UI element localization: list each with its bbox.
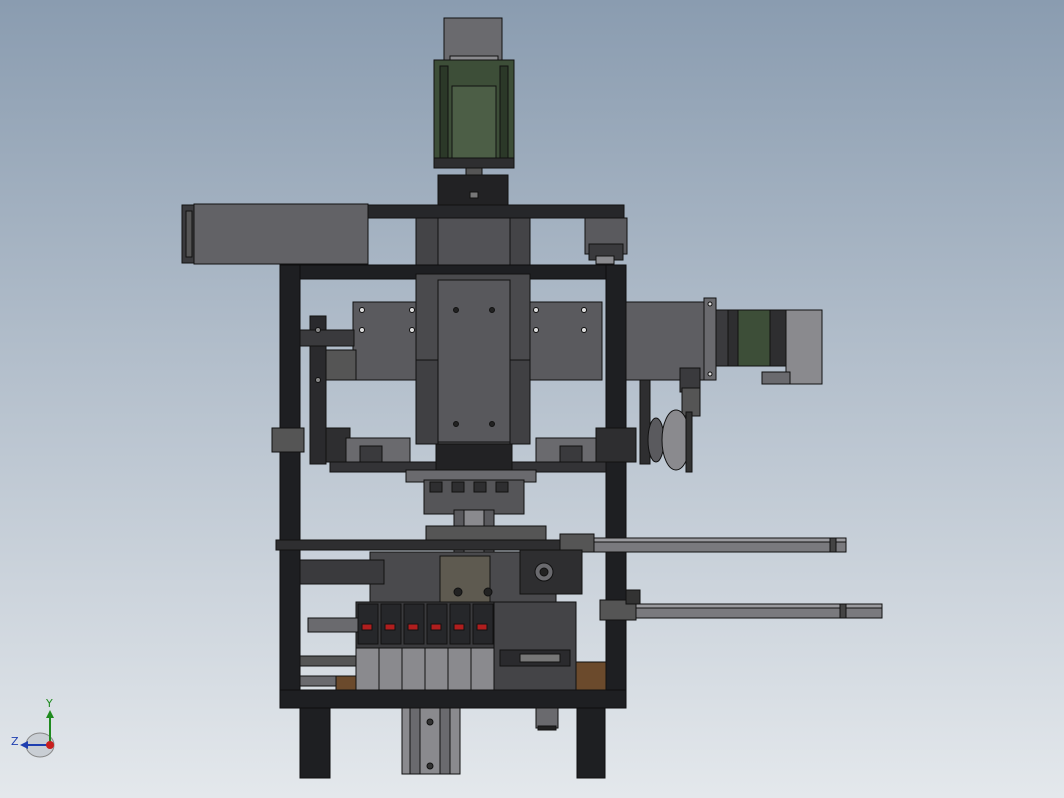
lower-cross-bar[interactable] <box>275 539 607 551</box>
cad-model-viewport[interactable]: Y Z <box>0 0 1064 798</box>
left-linear-actuator[interactable] <box>181 203 369 265</box>
top-right-bracket[interactable] <box>584 217 628 265</box>
y-axis-label: Y <box>46 697 53 710</box>
solenoid-valve-manifold[interactable] <box>355 601 495 691</box>
bottom-sensor[interactable] <box>535 707 559 731</box>
bottom-guide-cylinder[interactable] <box>401 707 461 775</box>
z-axis-column[interactable] <box>415 273 531 445</box>
top-cross-beam[interactable] <box>367 204 625 219</box>
assembly-drawing[interactable] <box>0 0 1064 798</box>
motor-coupling-block[interactable] <box>437 174 509 206</box>
top-stepper-motor[interactable] <box>433 17 515 177</box>
z-axis-label: Z <box>11 735 19 748</box>
